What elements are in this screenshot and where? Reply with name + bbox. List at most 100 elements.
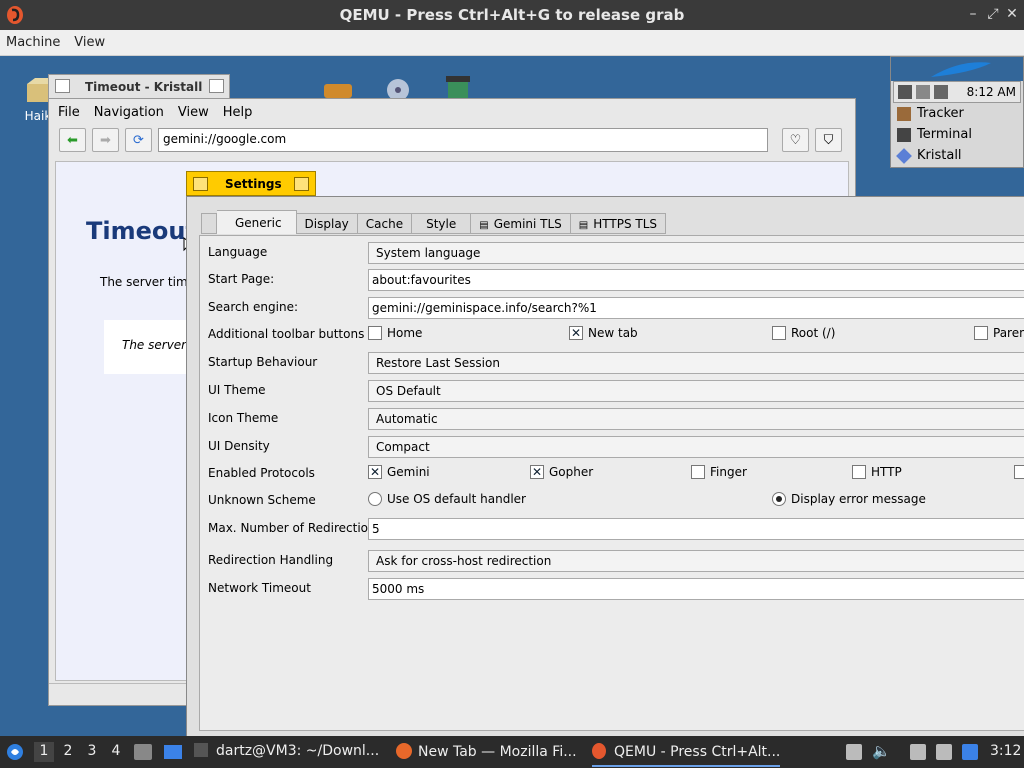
max-redirects-input[interactable]: 5 [368,518,1024,540]
gopher-checkbox[interactable]: ✕ Gopher [530,465,593,479]
tab-display[interactable]: Display [296,213,358,234]
minimize-icon[interactable]: – [964,6,982,22]
settings-window-tab[interactable]: Settings [186,171,316,196]
kristall-window-tab[interactable]: Timeout - Kristall [48,74,230,98]
deskbar-item-tracker[interactable]: Tracker [891,103,1023,124]
network-icon[interactable] [916,85,930,99]
checkbox-box [772,326,786,340]
network-timeout-input[interactable]: 5000 ms [368,578,1024,600]
new-tab-checkbox[interactable]: ✕ New tab [569,326,638,340]
icon-theme-select[interactable]: Automatic [368,408,1024,430]
tab-label: HTTPS TLS [593,217,658,231]
menu-help[interactable]: Help [218,105,258,120]
checkmark-icon: ✕ [569,326,583,340]
screen-icon[interactable] [936,744,952,760]
task-terminal[interactable]: dartz@VM3: ~/Downl... [194,743,379,759]
deskbar-item-label: Terminal [917,127,972,142]
tab-scroll-left[interactable] [201,213,217,234]
menu-navigation[interactable]: Navigation [89,105,169,120]
zoom-box-icon[interactable] [209,79,224,93]
kristall-window-title: Timeout - Kristall [85,80,203,94]
checkbox-label: Home [387,326,423,340]
task-firefox[interactable]: New Tab — Mozilla Fi... [396,743,577,760]
close-box-icon[interactable] [55,79,70,93]
menu-file[interactable]: File [53,105,85,120]
deskbar-item-label: Kristall [917,148,962,163]
home-checkbox[interactable]: Home [368,326,422,340]
volume-icon[interactable]: 🔈 [872,742,891,760]
https-checkbox[interactable] [1014,465,1024,479]
os-handler-radio[interactable]: Use OS default handler [368,492,526,506]
ui-theme-select[interactable]: OS Default [368,380,1024,402]
radio-selected-icon [772,492,786,506]
search-engine-input[interactable]: gemini://geminispace.info/search?%1 [368,297,1024,319]
workspace-1[interactable]: 1 [34,742,54,762]
checkbox-box [974,326,988,340]
qemu-menubar: Machine View [0,30,1024,56]
finger-checkbox[interactable]: Finger [691,465,747,479]
close-icon[interactable]: ✕ [1003,6,1021,22]
security-button[interactable]: ⛉ [815,128,842,152]
menu-machine[interactable]: Machine [0,30,64,50]
taskbar-clock[interactable]: 3:12 [990,743,1021,759]
radio-label: Use OS default handler [387,492,526,506]
startup-select[interactable]: Restore Last Session [368,352,1024,374]
protocols-label: Enabled Protocols [208,466,315,480]
tab-cache[interactable]: Cache [357,213,413,234]
maximize-icon[interactable]: ⤢ [984,6,1002,22]
row-network-timeout: Network Timeout 5000 ms [208,578,1024,600]
menu-view[interactable]: View [68,30,109,50]
workspace-3[interactable]: 3 [82,742,102,762]
language-select[interactable]: System language [368,242,1024,264]
forward-button[interactable]: ➡ [92,128,119,152]
row-ui-density: UI Density Compact [208,436,1024,458]
ui-theme-label: UI Theme [208,383,266,397]
workspace-4[interactable]: 4 [106,742,126,762]
refresh-button[interactable]: ⟳ [125,128,152,152]
cpu-meter-icon[interactable] [898,85,912,99]
task-qemu[interactable]: QEMU - Press Ctrl+Alt... [592,743,781,767]
kristall-icon [896,147,912,164]
redirect-handling-select[interactable]: Ask for cross-host redirection [368,550,1024,572]
close-box-icon[interactable] [193,177,208,191]
row-start-page: Start Page: about:favourites [208,269,1024,291]
back-button[interactable]: ⬅ [59,128,86,152]
error-message-radio[interactable]: Display error message [772,492,926,506]
tab-generic[interactable]: Generic [217,210,297,234]
gemini-checkbox[interactable]: ✕ Gemini [368,465,430,479]
language-label: Language [208,245,268,259]
task-label: New Tab — Mozilla Fi... [418,744,577,760]
menu-view[interactable]: View [173,105,214,120]
root-checkbox[interactable]: Root (/) [772,326,835,340]
file-manager-icon[interactable] [134,744,152,760]
generic-settings-panel: Language System language Start Page: abo… [199,235,1024,731]
parent-checkbox[interactable]: Parent [974,326,1024,340]
storage-icon[interactable] [846,744,862,760]
volume-icon[interactable] [934,85,948,99]
start-menu-icon[interactable] [6,743,24,761]
start-page-label: Start Page: [208,272,275,286]
clipboard-icon[interactable] [910,744,926,760]
update-icon[interactable] [962,744,978,760]
checkbox-box [368,326,382,340]
tab-style[interactable]: Style [412,213,472,234]
tab-gemini-tls[interactable]: ▤ Gemini TLS [471,213,571,234]
url-input[interactable]: gemini://google.com [158,128,768,152]
deskbar-clock[interactable]: 8:12 AM [967,85,1016,99]
start-page-input[interactable]: about:favourites [368,269,1024,291]
show-desktop-icon[interactable] [164,745,182,759]
firefox-icon [396,743,412,759]
qemu-title-bar: QEMU - Press Ctrl+Alt+G to release grab … [0,0,1024,30]
deskbar-item-terminal[interactable]: Terminal [891,124,1023,145]
deskbar-logo[interactable] [891,57,1023,81]
deskbar-item-kristall[interactable]: Kristall [891,145,1023,166]
ui-density-select[interactable]: Compact [368,436,1024,458]
tab-https-tls[interactable]: ▤ HTTPS TLS [570,213,667,234]
http-checkbox[interactable]: HTTP [852,465,902,479]
radio-label: Display error message [791,492,926,506]
zoom-box-icon[interactable] [294,177,309,191]
workspace-2[interactable]: 2 [58,742,78,762]
row-startup: Startup Behaviour Restore Last Session [208,352,1024,374]
favourite-button[interactable]: ♡ [782,128,809,152]
haiku-leaf-icon [931,62,991,77]
